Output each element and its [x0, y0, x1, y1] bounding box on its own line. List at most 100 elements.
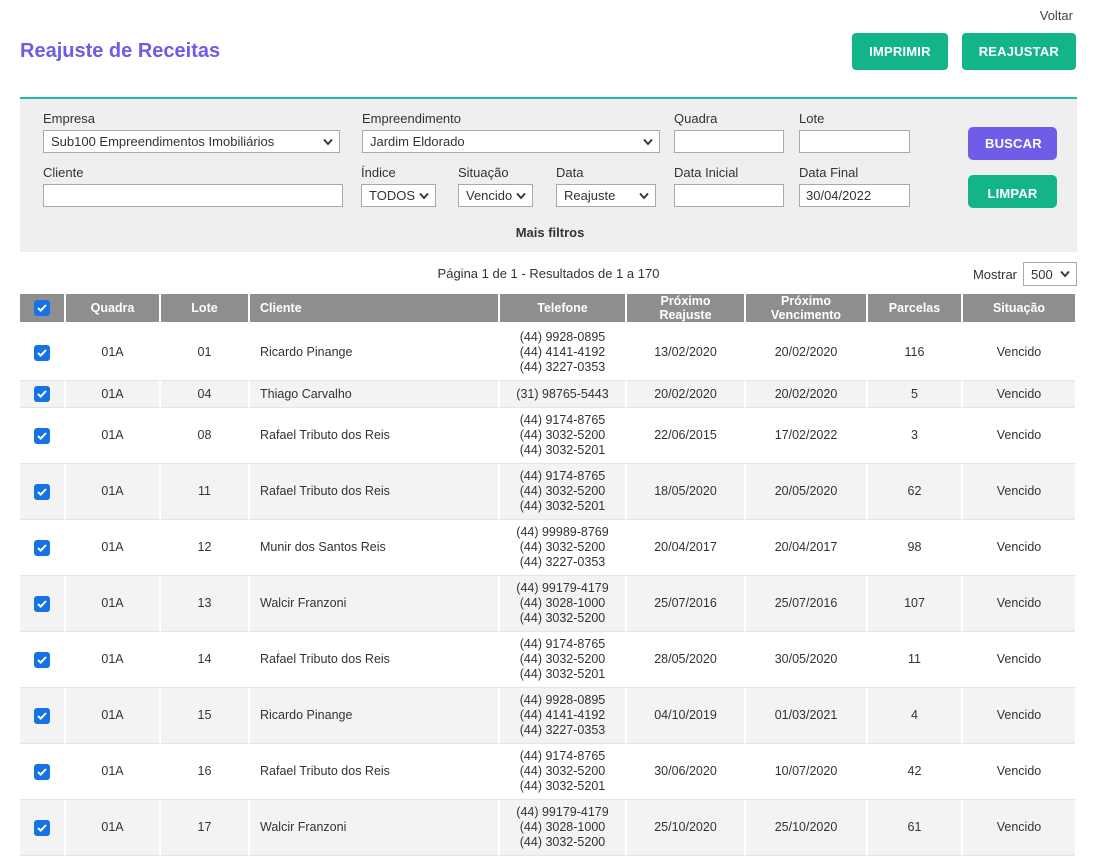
column-header-parcelas[interactable]: Parcelas: [868, 294, 963, 325]
telefone-cell: (44) 9174-8765(44) 3032-5200(44) 3032-52…: [500, 743, 627, 799]
quadra-cell: 01A: [66, 743, 161, 799]
proximo-vencimento-cell: 30/05/2020: [746, 631, 868, 687]
chevron-down-icon: [516, 192, 526, 199]
mostrar-select[interactable]: 500: [1023, 262, 1077, 286]
row-checkbox[interactable]: [34, 652, 50, 668]
row-checkbox[interactable]: [34, 764, 50, 780]
row-checkbox[interactable]: [34, 540, 50, 556]
select-all-checkbox[interactable]: [34, 300, 50, 316]
quadra-cell: 01A: [66, 519, 161, 575]
telefone-cell: (44) 9928-0895(44) 4141-4192(44) 3227-03…: [500, 325, 627, 380]
column-header-lote[interactable]: Lote: [161, 294, 250, 325]
proximo-reajuste-cell: 25/10/2020: [627, 799, 746, 856]
row-checkbox-cell[interactable]: [20, 463, 66, 519]
data-final-input[interactable]: [799, 184, 910, 207]
telefone-line: (44) 3227-0353: [506, 360, 619, 375]
row-checkbox-cell[interactable]: [20, 687, 66, 743]
cliente-cell: Rafael Tributo dos Reis: [250, 407, 500, 463]
column-header-cliente[interactable]: Cliente: [250, 294, 500, 325]
telefone-line: (44) 3032-5201: [506, 779, 619, 794]
row-checkbox[interactable]: [34, 708, 50, 724]
row-checkbox[interactable]: [34, 820, 50, 836]
readjust-button[interactable]: REAJUSTAR: [962, 33, 1076, 70]
column-header-situacao[interactable]: Situação: [963, 294, 1075, 325]
table-row: 01A04Thiago Carvalho(31) 98765-544320/02…: [20, 380, 1075, 407]
lote-label: Lote: [799, 111, 910, 126]
cliente-input[interactable]: [43, 184, 343, 207]
check-icon: [37, 712, 47, 720]
buscar-button[interactable]: BUSCAR: [968, 127, 1057, 160]
row-checkbox-cell[interactable]: [20, 631, 66, 687]
chevron-down-icon: [643, 138, 653, 145]
situacao-select[interactable]: Vencido: [458, 184, 533, 207]
lote-input[interactable]: [799, 130, 910, 153]
indice-select[interactable]: TODOS: [361, 184, 436, 207]
table-row: 01A11Rafael Tributo dos Reis(44) 9174-87…: [20, 463, 1075, 519]
empreendimento-select[interactable]: Jardim Eldorado: [362, 130, 660, 153]
telefone-cell: (31) 98765-5443: [500, 380, 627, 407]
row-checkbox-cell[interactable]: [20, 799, 66, 856]
telefone-cell: (44) 9174-8765(44) 3032-5200(44) 3032-52…: [500, 631, 627, 687]
data-inicial-input[interactable]: [674, 184, 784, 207]
chevron-down-icon: [1060, 271, 1070, 278]
row-checkbox[interactable]: [34, 428, 50, 444]
row-checkbox[interactable]: [34, 596, 50, 612]
quadra-input[interactable]: [674, 130, 784, 153]
row-checkbox[interactable]: [34, 345, 50, 361]
column-header-telefone[interactable]: Telefone: [500, 294, 627, 325]
cliente-cell: Ricardo Pinange: [250, 687, 500, 743]
proximo-vencimento-cell: 25/10/2020: [746, 799, 868, 856]
telefone-line: (44) 3032-5201: [506, 667, 619, 682]
limpar-button[interactable]: LIMPAR: [968, 175, 1057, 208]
parcelas-cell: 5: [868, 380, 963, 407]
telefone-line: (44) 3032-5200: [506, 611, 619, 626]
proximo-reajuste-cell: 22/06/2015: [627, 407, 746, 463]
table-row: 01A16Rafael Tributo dos Reis(44) 9174-87…: [20, 743, 1075, 799]
parcelas-cell: 116: [868, 325, 963, 380]
row-checkbox-cell[interactable]: [20, 380, 66, 407]
data-inicial-label: Data Inicial: [674, 165, 784, 180]
data-select[interactable]: Reajuste: [556, 184, 656, 207]
telefone-line: (44) 3032-5201: [506, 499, 619, 514]
proximo-reajuste-cell: 25/07/2016: [627, 575, 746, 631]
telefone-cell: (44) 9928-0895(44) 4141-4192(44) 3227-03…: [500, 687, 627, 743]
telefone-line: (44) 99179-4179: [506, 805, 619, 820]
quadra-cell: 01A: [66, 380, 161, 407]
row-checkbox-cell[interactable]: [20, 519, 66, 575]
row-checkbox-cell[interactable]: [20, 575, 66, 631]
telefone-line: (44) 3028-1000: [506, 820, 619, 835]
row-checkbox[interactable]: [34, 484, 50, 500]
lote-cell: 11: [161, 463, 250, 519]
row-checkbox-cell[interactable]: [20, 325, 66, 380]
quadra-cell: 01A: [66, 463, 161, 519]
proximo-reajuste-cell: 28/05/2020: [627, 631, 746, 687]
check-icon: [37, 432, 47, 440]
pagination-bar: Página 1 de 1 - Resultados de 1 a 170 Mo…: [20, 262, 1077, 286]
mais-filtros-toggle[interactable]: Mais filtros: [43, 219, 1057, 248]
situacao-cell: Vencido: [963, 463, 1075, 519]
row-checkbox-cell[interactable]: [20, 743, 66, 799]
row-checkbox-cell[interactable]: [20, 407, 66, 463]
telefone-line: (44) 99989-8769: [506, 525, 619, 540]
telefone-line: (44) 9928-0895: [506, 330, 619, 345]
column-header-proximo-vencimento[interactable]: Próximo Vencimento: [746, 294, 868, 325]
telefone-line: (44) 9174-8765: [506, 637, 619, 652]
chevron-down-icon: [419, 192, 429, 199]
table-header-row: Quadra Lote Cliente Telefone Próximo Rea…: [20, 294, 1075, 325]
telefone-line: (44) 4141-4192: [506, 708, 619, 723]
cliente-cell: Walcir Franzoni: [250, 575, 500, 631]
proximo-reajuste-cell: 13/02/2020: [627, 325, 746, 380]
data-final-label: Data Final: [799, 165, 910, 180]
situacao-cell: Vencido: [963, 407, 1075, 463]
empresa-select[interactable]: Sub100 Empreendimentos Imobiliários: [43, 130, 340, 153]
proximo-reajuste-cell: 30/06/2020: [627, 743, 746, 799]
back-link[interactable]: Voltar: [1040, 8, 1073, 23]
telefone-line: (44) 3227-0353: [506, 723, 619, 738]
telefone-line: (44) 9174-8765: [506, 413, 619, 428]
column-header-proximo-reajuste[interactable]: Próximo Reajuste: [627, 294, 746, 325]
print-button[interactable]: IMPRIMIR: [852, 33, 948, 70]
column-header-quadra[interactable]: Quadra: [66, 294, 161, 325]
telefone-line: (44) 99179-4179: [506, 581, 619, 596]
row-checkbox[interactable]: [34, 386, 50, 402]
cliente-cell: Ricardo Pinange: [250, 325, 500, 380]
